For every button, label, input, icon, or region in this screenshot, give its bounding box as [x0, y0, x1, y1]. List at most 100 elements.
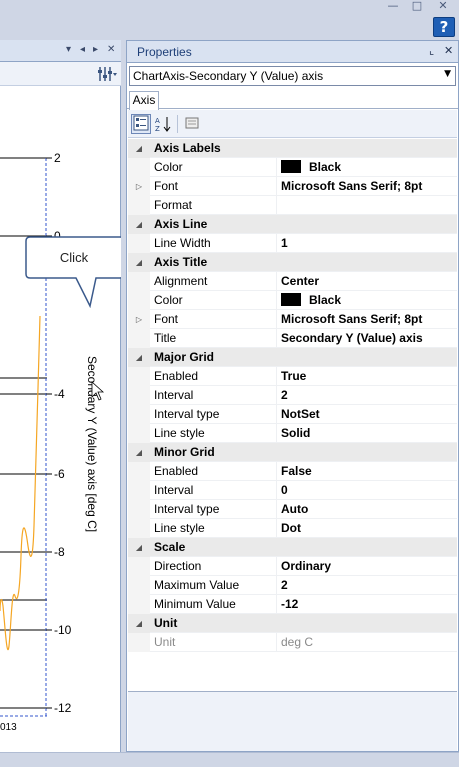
property-row[interactable]: Line style Dot	[128, 519, 457, 538]
property-value[interactable]: False	[281, 464, 312, 478]
property-category[interactable]: ◢ Axis Title	[128, 253, 457, 272]
close-icon[interactable]: ✕	[444, 44, 453, 57]
column-divider	[276, 576, 277, 595]
property-row[interactable]: Interval 2	[128, 386, 457, 405]
property-pages-icon[interactable]	[182, 114, 202, 134]
property-value[interactable]: True	[281, 369, 306, 383]
property-row[interactable]: Minimum Value -12	[128, 595, 457, 614]
property-row[interactable]: Format	[128, 196, 457, 215]
property-value[interactable]: Auto	[281, 502, 308, 516]
property-value[interactable]: Dot	[281, 521, 301, 535]
property-value[interactable]: NotSet	[281, 407, 320, 421]
collapse-icon[interactable]: ◢	[128, 614, 150, 633]
category-label: Axis Title	[154, 255, 208, 269]
property-name: Color	[154, 160, 183, 174]
property-value-text: Microsoft Sans Serif; 8pt	[281, 312, 423, 326]
property-value[interactable]: 1	[281, 236, 288, 250]
property-category[interactable]: ◢ Scale	[128, 538, 457, 557]
property-value[interactable]: 2	[281, 388, 288, 402]
property-row[interactable]: Interval 0	[128, 481, 457, 500]
category-label: Scale	[154, 540, 186, 554]
property-value[interactable]: Black	[281, 160, 341, 174]
property-row[interactable]: ▷ Font Microsoft Sans Serif; 8pt	[128, 177, 457, 196]
column-divider	[276, 272, 277, 291]
property-grid: ◢ Axis Labels Color Black ▷ Font Microsoft San…	[128, 139, 457, 691]
column-divider	[276, 481, 277, 500]
tab-axis[interactable]: Axis	[129, 91, 159, 110]
collapse-icon[interactable]: ◢	[128, 215, 150, 234]
alphabetical-sort-icon[interactable]: AZ	[153, 114, 173, 134]
categorized-icon[interactable]	[131, 114, 151, 134]
maximize-icon[interactable]: □	[408, 0, 426, 12]
property-value-text: Black	[309, 293, 342, 307]
collapse-icon[interactable]: ◢	[128, 348, 150, 367]
collapse-icon[interactable]: ◢	[128, 538, 150, 557]
row-gutter	[128, 424, 150, 443]
property-row[interactable]: ▷ Font Microsoft Sans Serif; 8pt	[128, 310, 457, 329]
property-row[interactable]: Line style Solid	[128, 424, 457, 443]
chart-settings-icon[interactable]	[96, 65, 118, 83]
svg-text:A: A	[155, 117, 160, 125]
property-row[interactable]: Maximum Value 2	[128, 576, 457, 595]
property-row[interactable]: Enabled True	[128, 367, 457, 386]
property-category[interactable]: ◢ Axis Labels	[128, 139, 457, 158]
property-row[interactable]: Color Black	[128, 158, 457, 177]
x-tick-label: 013	[0, 722, 17, 733]
collapse-icon[interactable]: ◢	[128, 443, 150, 462]
column-divider	[276, 405, 277, 424]
expand-icon[interactable]: ▷	[128, 310, 150, 329]
property-value[interactable]: Secondary Y (Value) axis	[281, 331, 423, 345]
property-value-text: NotSet	[281, 407, 320, 421]
property-value-text: 2	[281, 388, 288, 402]
property-row[interactable]: Interval type NotSet	[128, 405, 457, 424]
property-row[interactable]: Direction Ordinary	[128, 557, 457, 576]
scroll-left-icon[interactable]: ◂	[80, 44, 85, 55]
chevron-down-icon[interactable]: ▾	[66, 44, 71, 55]
object-selector[interactable]: ChartAxis-Secondary Y (Value) axis ▼	[129, 66, 456, 86]
row-gutter	[128, 633, 150, 652]
property-value[interactable]: Center	[281, 274, 319, 288]
property-value[interactable]: Microsoft Sans Serif; 8pt	[281, 179, 422, 193]
chart-plot[interactable]: 2 0 -4 -6 -8 -10 -12 013 Secondary Y (Va…	[0, 86, 120, 752]
property-value-text: Microsoft Sans Serif; 8pt	[281, 179, 423, 193]
property-value[interactable]: 0	[281, 483, 288, 497]
property-value-text: Secondary Y (Value) axis	[281, 331, 423, 345]
property-row[interactable]: Interval type Auto	[128, 500, 457, 519]
chart-tabstrip: ▾ ◂ ▸ ✕	[0, 40, 121, 62]
close-icon[interactable]: ✕	[434, 0, 452, 12]
property-category[interactable]: ◢ Minor Grid	[128, 443, 457, 462]
tab-row: Axis	[127, 89, 458, 110]
properties-toolbar: AZ	[128, 110, 457, 138]
property-row[interactable]: Line Width 1	[128, 234, 457, 253]
tick-label: 2	[54, 151, 61, 165]
property-value[interactable]: Microsoft Sans Serif; 8pt	[281, 312, 422, 326]
property-row[interactable]: Enabled False	[128, 462, 457, 481]
chevron-down-icon[interactable]: ▼	[444, 69, 451, 79]
property-row[interactable]: Alignment Center	[128, 272, 457, 291]
pin-icon[interactable]: ⌞	[429, 44, 434, 57]
help-icon[interactable]: ?	[433, 17, 455, 37]
object-selector-value: ChartAxis-Secondary Y (Value) axis	[133, 69, 324, 83]
property-category[interactable]: ◢ Axis Line	[128, 215, 457, 234]
row-gutter	[128, 329, 150, 348]
minimize-icon[interactable]: —	[384, 0, 402, 12]
property-value[interactable]: Ordinary	[281, 559, 331, 573]
collapse-icon[interactable]: ◢	[128, 253, 150, 272]
property-row[interactable]: Title Secondary Y (Value) axis	[128, 329, 457, 348]
chart-toolbar	[0, 62, 121, 86]
property-value[interactable]: Black	[281, 293, 341, 307]
property-category[interactable]: ◢ Major Grid	[128, 348, 457, 367]
property-value-text: deg C	[281, 635, 314, 649]
property-category[interactable]: ◢ Unit	[128, 614, 457, 633]
property-name: Interval type	[154, 407, 220, 421]
scroll-right-icon[interactable]: ▸	[93, 44, 98, 55]
collapse-icon[interactable]: ◢	[128, 139, 150, 158]
expand-icon[interactable]: ▷	[128, 177, 150, 196]
property-value[interactable]: deg C	[281, 635, 313, 649]
property-value[interactable]: 2	[281, 578, 288, 592]
close-icon[interactable]: ✕	[107, 44, 115, 55]
property-row[interactable]: Unit deg C	[128, 633, 457, 652]
property-row[interactable]: Color Black	[128, 291, 457, 310]
property-value[interactable]: Solid	[281, 426, 310, 440]
property-value[interactable]: -12	[281, 597, 298, 611]
